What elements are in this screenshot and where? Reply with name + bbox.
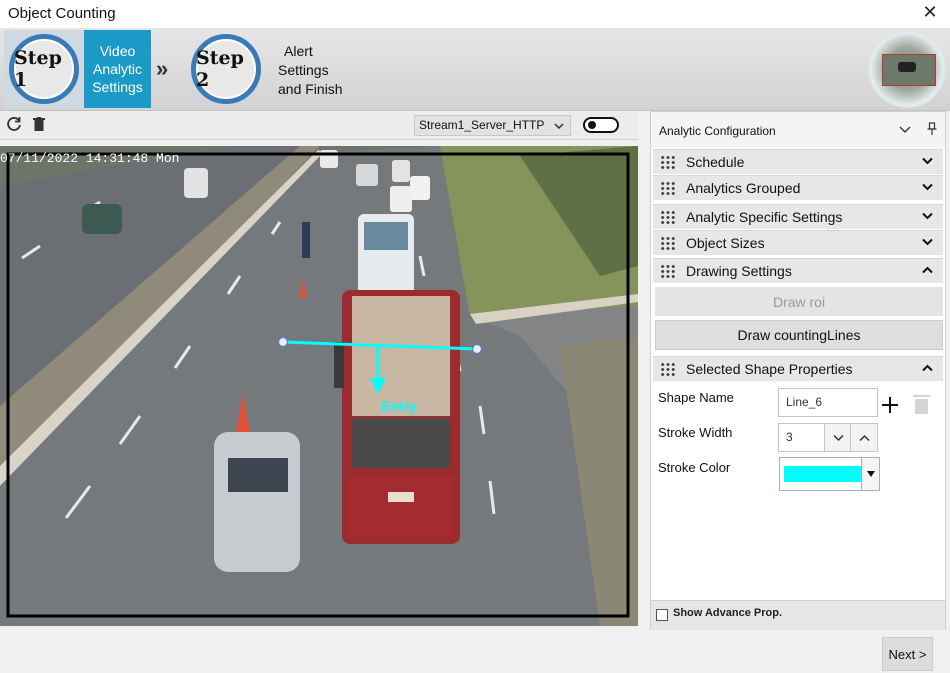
- shape-name-label: Shape Name: [658, 390, 734, 405]
- section-schedule[interactable]: Schedule: [653, 149, 943, 174]
- refresh-icon[interactable]: [6, 116, 22, 137]
- draw-counting-lines-button[interactable]: Draw countingLines: [655, 320, 943, 350]
- section-analytic-specific-settings[interactable]: Analytic Specific Settings: [653, 204, 943, 229]
- step-2-badge-text: Step 2: [196, 47, 244, 91]
- chevron-down-icon: [554, 116, 564, 136]
- section-label: Selected Shape Properties: [686, 361, 853, 377]
- line-label: Entry: [381, 398, 417, 414]
- step-1-label[interactable]: Video Analytic Settings: [84, 30, 151, 108]
- toggle-knob: [588, 121, 596, 129]
- video-scene: Entry 07/11/2022 14:31:48 Mon: [0, 146, 638, 626]
- chevron-down-icon: [922, 237, 933, 249]
- stroke-width-label: Stroke Width: [658, 425, 733, 440]
- trash-icon[interactable]: [33, 117, 45, 136]
- chevron-down-icon: [922, 211, 933, 223]
- line-handle-start[interactable]: [277, 336, 289, 348]
- shape-name-input[interactable]: Line_6: [778, 388, 878, 417]
- step-2-label-line: Alert: [284, 43, 313, 59]
- thumbnail-object: [898, 62, 916, 72]
- next-button[interactable]: Next >: [882, 637, 933, 671]
- caret-down-icon[interactable]: [861, 458, 879, 490]
- section-label: Analytic Specific Settings: [686, 209, 843, 225]
- double-chevron-right-icon: »: [156, 56, 169, 81]
- advance-prop-bar: Show Advance Prop.: [651, 600, 945, 630]
- step-2-badge: Step 2: [191, 34, 261, 104]
- drag-grip-icon: [660, 181, 676, 195]
- line-handle-end[interactable]: [471, 343, 483, 355]
- section-label: Object Sizes: [686, 235, 765, 251]
- chevron-up-icon: [922, 363, 933, 375]
- step-1-badge: Step 1: [9, 34, 79, 104]
- step-1-label-line: Video: [99, 43, 136, 59]
- section-analytics-grouped[interactable]: Analytics Grouped: [653, 175, 943, 200]
- section-label: Analytics Grouped: [686, 180, 801, 196]
- increment-chevron-up-icon[interactable]: [850, 424, 877, 451]
- analytic-configuration-panel: Analytic Configuration Schedule Analytic…: [650, 111, 946, 630]
- stream-toggle[interactable]: [583, 117, 619, 133]
- stroke-width-stepper[interactable]: 3: [778, 423, 878, 452]
- section-label: Drawing Settings: [686, 263, 792, 279]
- section-label: Schedule: [686, 154, 745, 170]
- drag-grip-icon: [660, 264, 676, 278]
- step-2-label-line: Settings: [278, 62, 329, 78]
- section-object-sizes[interactable]: Object Sizes: [653, 230, 943, 255]
- show-advance-prop-checkbox[interactable]: [656, 609, 668, 621]
- show-advance-prop-label: Show Advance Prop.: [673, 607, 783, 619]
- panel-title: Analytic Configuration: [659, 124, 776, 138]
- chevron-down-icon[interactable]: [899, 123, 911, 137]
- camera-thumbnail: [868, 30, 946, 108]
- delete-shape-icon[interactable]: [913, 395, 930, 414]
- add-icon[interactable]: [881, 390, 899, 418]
- stroke-color-swatch: [784, 466, 861, 482]
- wizard-steps: Step 1 Video Analytic Settings » Step 2 …: [0, 28, 950, 111]
- pin-icon[interactable]: [927, 122, 937, 139]
- stroke-color-picker[interactable]: [779, 457, 880, 491]
- section-drawing-settings[interactable]: Drawing Settings: [653, 258, 943, 283]
- stream-select[interactable]: Stream1_Server_HTTP: [414, 115, 571, 136]
- stroke-width-value: 3: [786, 430, 793, 444]
- window-title: Object Counting: [8, 5, 116, 22]
- draw-roi-button[interactable]: Draw roi: [655, 287, 943, 316]
- decrement-chevron-down-icon[interactable]: [824, 424, 851, 451]
- chevron-down-icon: [922, 156, 933, 168]
- drag-grip-icon: [660, 155, 676, 169]
- chevron-down-icon: [922, 182, 933, 194]
- drag-grip-icon: [660, 362, 676, 376]
- step-1-tile[interactable]: Step 1: [4, 30, 84, 108]
- close-icon[interactable]: ✕: [920, 2, 940, 23]
- video-toolbar: Stream1_Server_HTTP: [0, 111, 638, 140]
- step-2-tile[interactable]: Step 2: [188, 30, 272, 108]
- stroke-color-label: Stroke Color: [658, 460, 731, 475]
- title-bar: Object Counting ✕: [0, 0, 950, 28]
- drag-grip-icon: [660, 210, 676, 224]
- panel-header: Analytic Configuration: [651, 112, 945, 148]
- step-1-label-line: Settings: [92, 79, 143, 95]
- video-timestamp: 07/11/2022 14:31:48 Mon: [0, 151, 179, 166]
- step-2-label[interactable]: Alert Settings and Finish: [278, 42, 358, 99]
- chevron-up-icon: [922, 265, 933, 277]
- stream-select-value: Stream1_Server_HTTP: [419, 118, 545, 132]
- step-2-label-line: and Finish: [278, 81, 343, 97]
- drag-grip-icon: [660, 236, 676, 250]
- section-selected-shape-properties[interactable]: Selected Shape Properties: [653, 356, 943, 381]
- step-1-badge-text: Step 1: [14, 47, 62, 91]
- video-frame[interactable]: Entry 07/11/2022 14:31:48 Mon: [0, 146, 638, 626]
- step-1-label-line: Analytic: [92, 61, 143, 77]
